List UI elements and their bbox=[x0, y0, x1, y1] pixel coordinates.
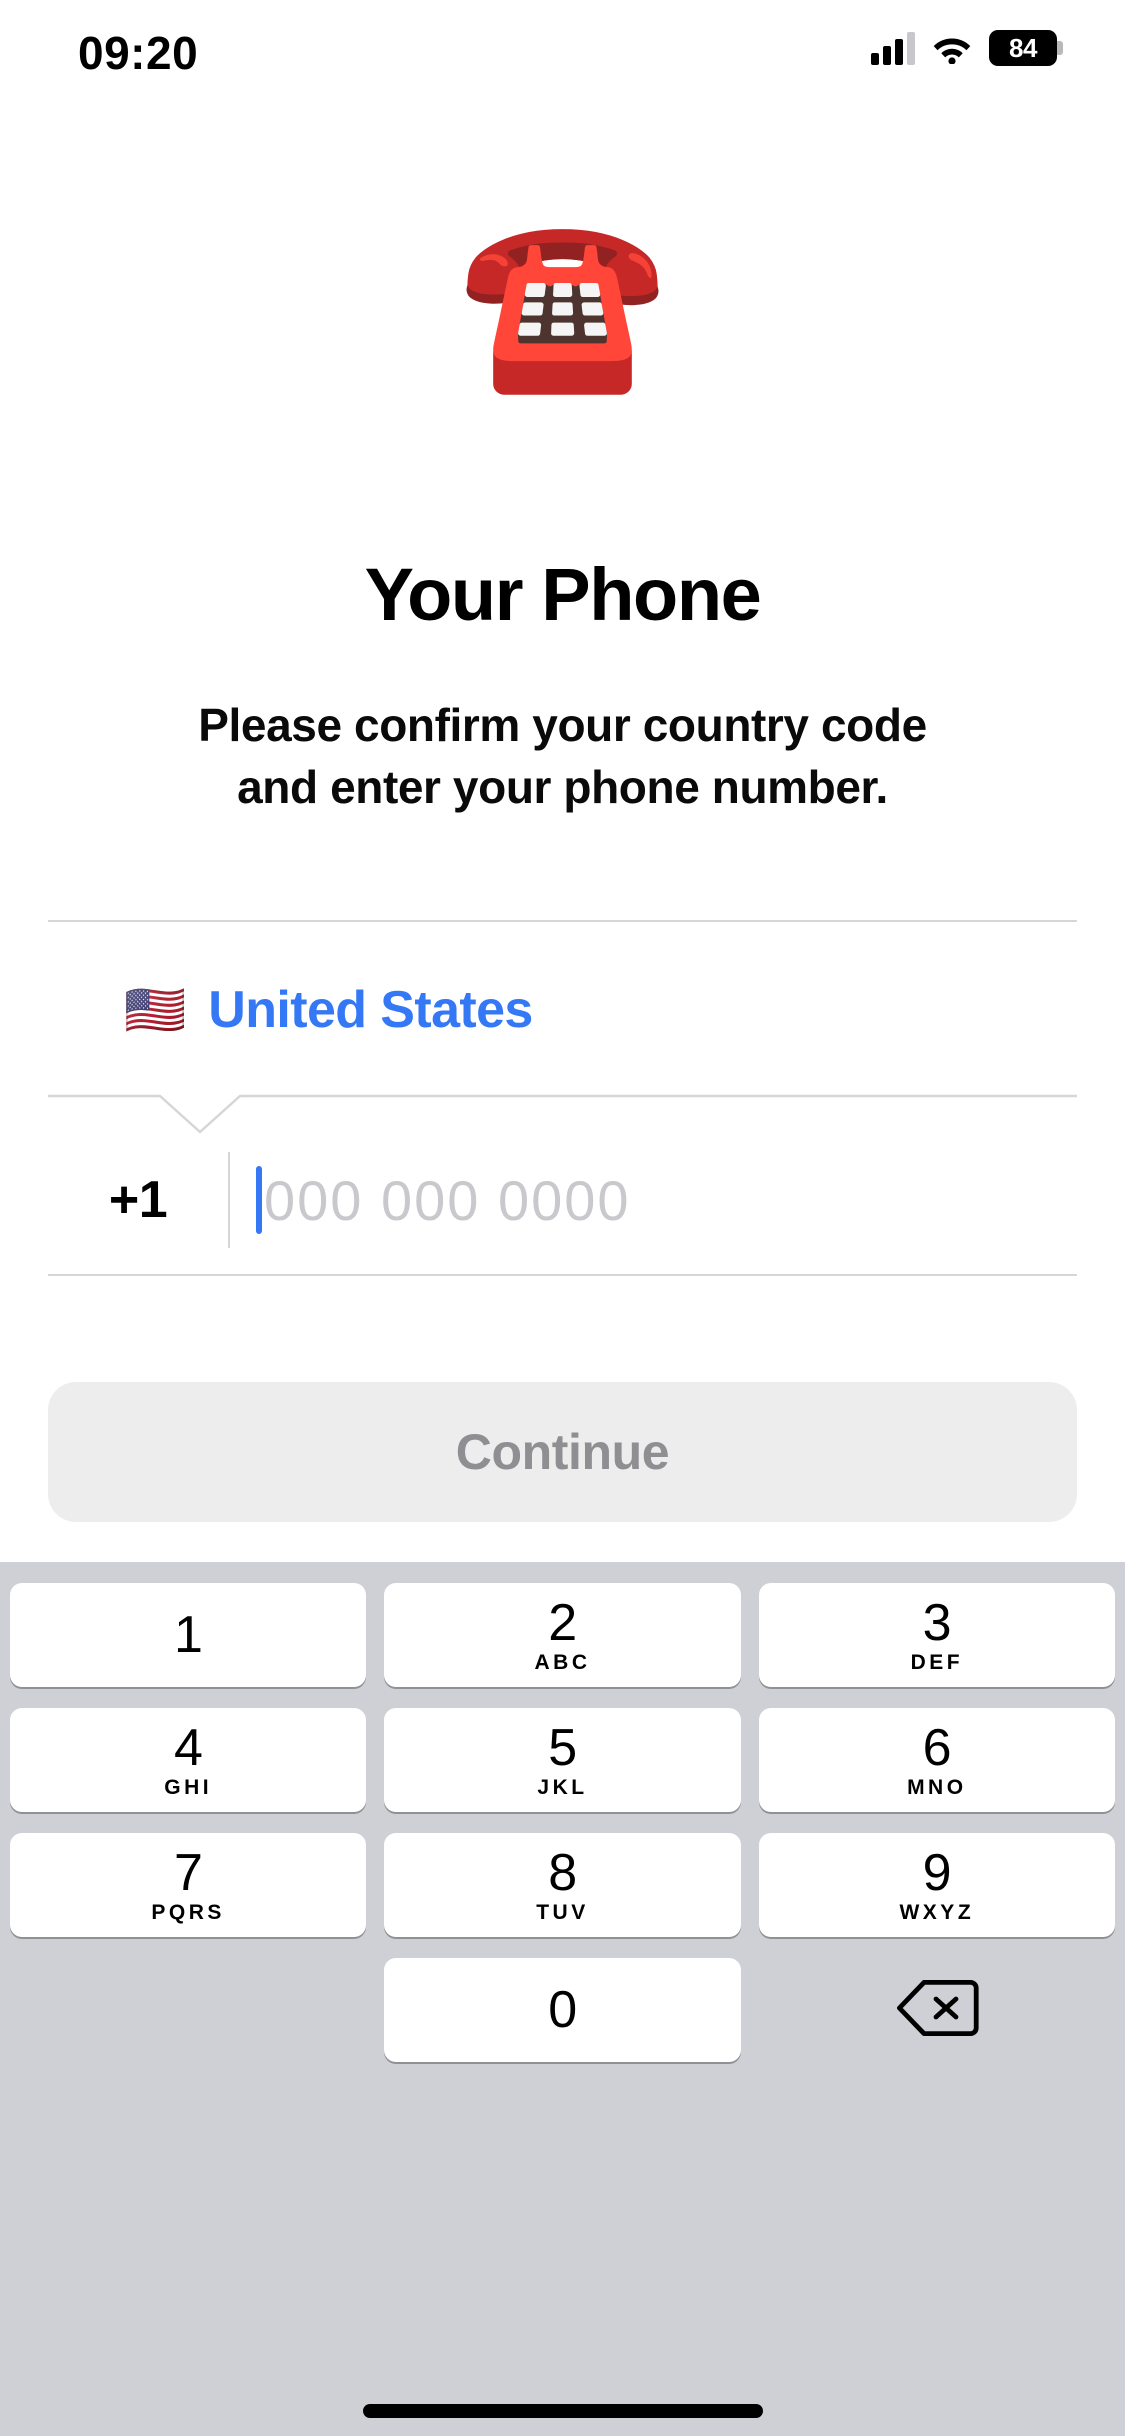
keypad-key-letters: MNO bbox=[907, 1776, 967, 1799]
keypad-key-4[interactable]: 4 GHI bbox=[10, 1708, 367, 1812]
continue-button-label: Continue bbox=[455, 1424, 670, 1480]
country-selector[interactable]: 🇺🇸 United States bbox=[48, 955, 1077, 1065]
continue-button[interactable]: Continue bbox=[48, 1382, 1077, 1522]
keypad-key-0[interactable]: 0 bbox=[384, 1958, 741, 2062]
subtitle-line-1: Please confirm your country code bbox=[198, 699, 927, 751]
status-bar: 09:20 84 bbox=[0, 0, 1125, 110]
keypad-key-digit: 6 bbox=[922, 1719, 952, 1777]
keypad-row: 0 bbox=[10, 1958, 1115, 2062]
keypad-key-6[interactable]: 6 MNO bbox=[758, 1708, 1115, 1812]
keypad-key-letters: PQRS bbox=[151, 1901, 225, 1924]
keypad-key-digit: 9 bbox=[922, 1844, 952, 1902]
keypad-key-2[interactable]: 2 ABC bbox=[384, 1583, 741, 1687]
phone-screen: 09:20 84 ☎️ Your Phone Please confirm yo… bbox=[0, 0, 1125, 2436]
keypad-key-letters: GHI bbox=[164, 1776, 213, 1799]
backspace-icon bbox=[895, 1976, 979, 2045]
battery-icon: 84 bbox=[989, 30, 1063, 66]
numeric-keypad: 1 2 ABC 3 DEF 4 GHI 5 JKL 6 MNO 7 PQRS 8 TUV 9 WXYZ 0 bbox=[0, 1562, 1125, 2436]
keypad-spacer bbox=[10, 1958, 366, 2062]
country-divider-with-notch bbox=[48, 1088, 1077, 1136]
keypad-row: 7 PQRS 8 TUV 9 WXYZ bbox=[10, 1833, 1115, 1937]
form-divider-bottom bbox=[48, 1274, 1077, 1276]
subtitle-line-2: and enter your phone number. bbox=[237, 761, 888, 813]
keypad-row: 1 2 ABC 3 DEF bbox=[10, 1583, 1115, 1687]
keypad-key-digit: 1 bbox=[173, 1606, 203, 1664]
cellular-signal-icon bbox=[871, 31, 915, 65]
country-code-label: +1 bbox=[108, 1171, 168, 1229]
country-name-label: United States bbox=[208, 981, 533, 1039]
country-flag-icon: 🇺🇸 bbox=[124, 981, 187, 1039]
form-divider-top bbox=[48, 920, 1077, 922]
keypad-key-digit: 5 bbox=[548, 1719, 577, 1777]
keypad-row: 4 GHI 5 JKL 6 MNO bbox=[10, 1708, 1115, 1812]
keypad-delete-key[interactable] bbox=[759, 1958, 1115, 2062]
keypad-key-letters: ABC bbox=[534, 1651, 591, 1674]
keypad-key-digit: 0 bbox=[548, 1981, 577, 2039]
phone-number-placeholder: 000 000 0000 bbox=[264, 1168, 631, 1232]
text-caret bbox=[256, 1166, 262, 1234]
keypad-key-9[interactable]: 9 WXYZ bbox=[758, 1833, 1115, 1937]
keypad-key-letters: WXYZ bbox=[899, 1901, 975, 1924]
keypad-key-letters: JKL bbox=[537, 1776, 588, 1799]
keypad-key-3[interactable]: 3 DEF bbox=[758, 1583, 1115, 1687]
telephone-emoji: ☎️ bbox=[457, 204, 668, 400]
keypad-key-letters: DEF bbox=[910, 1651, 964, 1674]
page-subtitle: Please confirm your country code and ent… bbox=[0, 694, 1125, 818]
battery-percent-label: 84 bbox=[1009, 32, 1037, 63]
keypad-key-8[interactable]: 8 TUV bbox=[384, 1833, 741, 1937]
keypad-key-1[interactable]: 1 bbox=[10, 1583, 367, 1687]
keypad-key-digit: 4 bbox=[173, 1719, 203, 1777]
keypad-key-digit: 3 bbox=[922, 1594, 952, 1652]
page-title: Your Phone bbox=[364, 553, 762, 636]
status-bar-indicators: 84 bbox=[871, 30, 1063, 66]
keypad-key-letters: TUV bbox=[536, 1901, 589, 1924]
keypad-key-digit: 7 bbox=[173, 1844, 203, 1902]
wifi-icon bbox=[931, 32, 973, 65]
home-indicator bbox=[362, 2404, 763, 2418]
keypad-key-digit: 2 bbox=[548, 1594, 577, 1652]
status-bar-time: 09:20 bbox=[78, 27, 199, 79]
phone-number-input[interactable]: 000 000 0000 bbox=[230, 1166, 1077, 1234]
keypad-key-7[interactable]: 7 PQRS bbox=[10, 1833, 367, 1937]
phone-number-row[interactable]: +1 000 000 0000 bbox=[48, 1130, 1077, 1270]
keypad-key-digit: 8 bbox=[548, 1844, 577, 1902]
keypad-key-5[interactable]: 5 JKL bbox=[384, 1708, 741, 1812]
